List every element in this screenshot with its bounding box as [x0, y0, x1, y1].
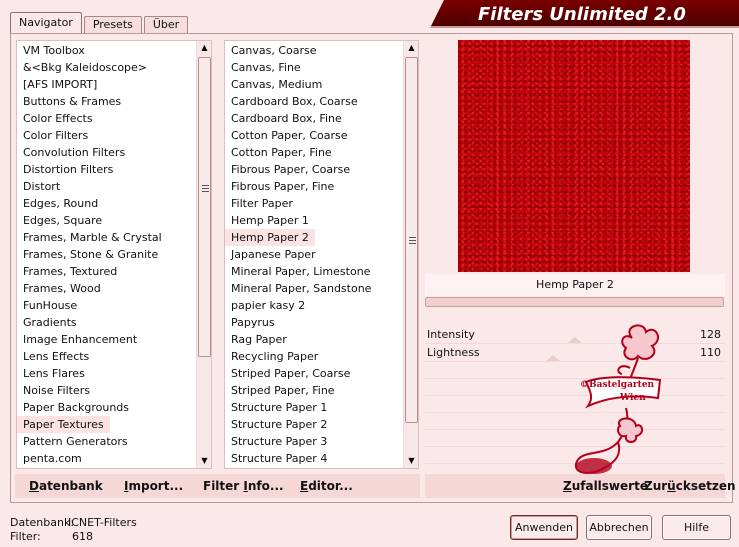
list-item[interactable]: Frames, Stone & Granite: [17, 246, 162, 263]
logo-text-1: ©Bastelgarten: [580, 380, 655, 390]
list-item[interactable]: Japanese Paper: [225, 246, 371, 263]
list-item[interactable]: Striped Paper, Fine: [225, 382, 371, 399]
category-list-items: VM Toolbox &<Bkg Kaleidoscope> [AFS IMPORT…: [17, 42, 162, 467]
database-button[interactable]: Datenbank: [29, 479, 103, 493]
list-item[interactable]: Distortion Filters: [17, 161, 162, 178]
list-item[interactable]: Papyrus: [225, 314, 371, 331]
list-item[interactable]: Mineral Paper, Sandstone: [225, 280, 371, 297]
list-item[interactable]: papier kasy 2: [225, 297, 371, 314]
list-item[interactable]: Canvas, Medium: [225, 76, 371, 93]
slider-marker-icon: [546, 355, 560, 361]
brand-title: Filters Unlimited 2.0: [478, 4, 686, 25]
list-item[interactable]: Cardboard Box, Coarse: [225, 93, 371, 110]
tab-navigator[interactable]: Navigator: [10, 12, 82, 34]
apply-button[interactable]: Anwenden: [510, 515, 578, 540]
list-item[interactable]: Edges, Square: [17, 212, 162, 229]
param-value: 110: [700, 346, 721, 359]
grip-icon: [202, 185, 209, 192]
list-item[interactable]: Lens Effects: [17, 348, 162, 365]
list-item[interactable]: Image Enhancement: [17, 331, 162, 348]
list-item[interactable]: Paper Textures: [17, 416, 110, 433]
list-item[interactable]: Frames, Textured: [17, 263, 162, 280]
random-values-button[interactable]: Zufallswerte: [563, 479, 648, 493]
selected-filter-name: Hemp Paper 2: [425, 274, 725, 296]
scroll-up-icon[interactable]: ▲: [197, 41, 211, 55]
list-item[interactable]: Canvas, Coarse: [225, 42, 371, 59]
cancel-button[interactable]: Abbrechen: [586, 515, 652, 540]
list-item[interactable]: FunHouse: [17, 297, 162, 314]
list-item[interactable]: Frames, Marble & Crystal: [17, 229, 162, 246]
list-toolbar: Datenbank Import... Filter Info... Edito…: [15, 474, 420, 498]
list-item[interactable]: Striped Paper, Coarse: [225, 365, 371, 382]
scroll-thumb[interactable]: [198, 57, 211, 357]
list-item[interactable]: Cardboard Box, Fine: [225, 110, 371, 127]
status-database: Datenbank:ICNET-Filters: [10, 516, 137, 529]
list-item[interactable]: VM Toolbox: [17, 42, 162, 59]
preview-divider-bar: [425, 297, 724, 307]
help-button[interactable]: Hilfe: [662, 515, 731, 540]
preview-image: [458, 40, 690, 272]
list-item[interactable]: Hemp Paper 1: [225, 212, 371, 229]
list-item[interactable]: Structure Paper 1: [225, 399, 371, 416]
list-item[interactable]: Gradients: [17, 314, 162, 331]
import-button[interactable]: Import...: [124, 479, 183, 493]
editor-button[interactable]: Editor...: [300, 479, 353, 493]
category-scrollbar[interactable]: ▲ ▼: [196, 41, 211, 468]
list-item[interactable]: Pattern Generators: [17, 433, 162, 450]
list-item[interactable]: Fibrous Paper, Coarse: [225, 161, 371, 178]
list-item[interactable]: Cotton Paper, Coarse: [225, 127, 371, 144]
list-item[interactable]: penta.com: [17, 450, 162, 467]
list-item[interactable]: Cotton Paper, Fine: [225, 144, 371, 161]
scroll-up-icon[interactable]: ▲: [404, 41, 418, 55]
status-area: Datenbank:ICNET-Filters Filter: 618: [10, 516, 137, 544]
list-item[interactable]: Rag Paper: [225, 331, 371, 348]
list-item[interactable]: [AFS IMPORT]: [17, 76, 162, 93]
list-item[interactable]: Distort: [17, 178, 162, 195]
scroll-down-icon[interactable]: ▼: [404, 454, 418, 468]
list-item[interactable]: Filter Paper: [225, 195, 371, 212]
parameter-toolbar: Zufallswerte Zurücksetzen: [425, 474, 736, 498]
list-item[interactable]: Structure Paper 3: [225, 433, 371, 450]
list-item[interactable]: Mineral Paper, Limestone: [225, 263, 371, 280]
grip-icon: [409, 237, 416, 244]
filter-list-items: Canvas, Coarse Canvas, Fine Canvas, Medium…: [225, 42, 371, 467]
list-item[interactable]: Color Effects: [17, 110, 162, 127]
scroll-thumb[interactable]: [405, 57, 418, 423]
logo-text-2: Wien: [620, 393, 646, 403]
param-value: 128: [700, 328, 721, 341]
list-item[interactable]: Canvas, Fine: [225, 59, 371, 76]
list-item[interactable]: Frames, Wood: [17, 280, 162, 297]
filter-info-button[interactable]: Filter Info...: [203, 479, 284, 493]
list-item[interactable]: Buttons & Frames: [17, 93, 162, 110]
param-label: Lightness: [427, 346, 480, 359]
list-item[interactable]: Hemp Paper 2: [225, 229, 315, 246]
list-item[interactable]: Lens Flares: [17, 365, 162, 382]
list-item[interactable]: Color Filters: [17, 127, 162, 144]
filter-scrollbar[interactable]: ▲ ▼: [403, 41, 418, 468]
tab-about[interactable]: Über: [143, 16, 189, 34]
tab-bar: Navigator Presets Über: [10, 12, 190, 34]
list-item[interactable]: &<Bkg Kaleidoscope>: [17, 59, 162, 76]
param-label: Intensity: [427, 328, 475, 341]
list-item[interactable]: Recycling Paper: [225, 348, 371, 365]
list-item[interactable]: Paper Backgrounds: [17, 399, 162, 416]
list-item[interactable]: Structure Paper 2: [225, 416, 371, 433]
filter-list[interactable]: Canvas, Coarse Canvas, Fine Canvas, Medium…: [224, 40, 419, 469]
list-item[interactable]: Edges, Round: [17, 195, 162, 212]
tab-presets[interactable]: Presets: [83, 16, 142, 34]
list-item[interactable]: Fibrous Paper, Fine: [225, 178, 371, 195]
list-item[interactable]: Noise Filters: [17, 382, 162, 399]
reset-button[interactable]: Zurücksetzen: [644, 479, 736, 493]
list-item[interactable]: Convolution Filters: [17, 144, 162, 161]
status-filter-count: Filter: 618: [10, 530, 93, 543]
list-item[interactable]: Structure Paper 4: [225, 450, 371, 467]
scroll-down-icon[interactable]: ▼: [197, 454, 211, 468]
category-list[interactable]: VM Toolbox &<Bkg Kaleidoscope> [AFS IMPORT…: [16, 40, 212, 469]
